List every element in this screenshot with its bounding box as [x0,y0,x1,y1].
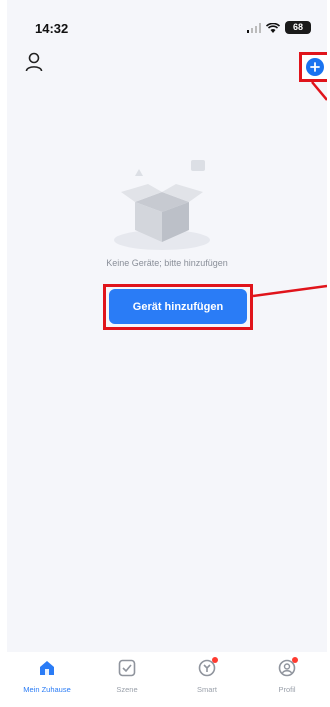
profile-icon [277,657,298,678]
scene-check-icon [118,659,136,677]
battery-indicator: 68 [285,21,311,34]
tab-profile[interactable]: Profil [251,656,323,694]
smart-icon [197,657,218,678]
person-icon[interactable] [25,52,43,72]
tab-label: Szene [116,685,138,694]
notification-badge [292,657,298,663]
tab-scene[interactable]: Szene [91,656,163,694]
tab-label: Smart [196,685,217,694]
tab-smart[interactable]: Smart [171,656,243,694]
plus-circle-icon [306,58,324,76]
bottom-tab-bar: Mein Zuhause Szene Smart Profil [7,652,327,707]
annotation-lines [252,81,327,298]
add-device-icon-button[interactable] [299,52,327,82]
tab-label: Profil [278,685,296,694]
status-bar: 14:32 68 [7,0,327,40]
status-icons: 68 [247,21,311,34]
add-device-button[interactable]: Gerät hinzufügen [109,289,247,324]
empty-state-message: Keine Geräte; bitte hinzufügen [106,258,228,268]
status-time: 14:32 [35,21,69,36]
tab-label: Mein Zuhause [23,685,71,694]
signal-icon [247,22,261,33]
notification-badge [212,657,218,663]
empty-box-illustration [114,160,210,250]
tab-home[interactable]: Mein Zuhause [11,656,83,694]
app-screen: 14:32 68 Keine Geräte; bitte hinzufügen … [7,0,327,707]
home-icon [40,661,54,675]
wifi-icon [266,22,280,33]
